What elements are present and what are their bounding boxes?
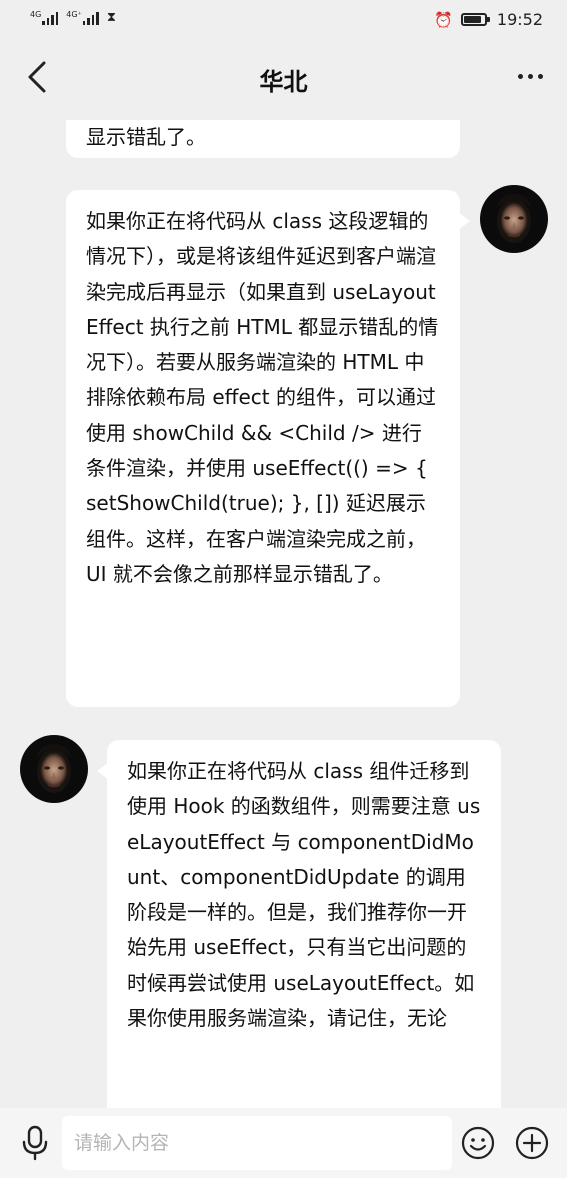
message-bubble-incoming[interactable]: 如果你正在将代码从 class 组件迁移到使用 Hook 的函数组件，则需要注意… [97, 740, 501, 1108]
network-type-label: 4G [30, 10, 42, 19]
battery-level [463, 16, 481, 23]
network-type-label: 4G⁺ [66, 10, 82, 19]
chat-list[interactable]: 显示错乱了。 如果你正在将代码从 class 这段逻辑的情况下），或是将该组件延… [0, 120, 567, 1108]
chat-title: 华北 [259, 68, 308, 96]
avatar-portrait [480, 185, 548, 253]
nav-bar: 华北 [0, 42, 567, 120]
status-right: ⏰ 19:52 [434, 10, 543, 29]
battery-icon [460, 13, 490, 26]
input-bar [0, 1108, 567, 1178]
more-icon[interactable] [518, 74, 543, 79]
emoji-icon[interactable] [461, 1126, 495, 1160]
plus-icon[interactable] [515, 1126, 549, 1160]
message-text: 如果你正在将代码从 class 这段逻辑的情况下），或是将该组件延迟到客户端渲染… [86, 209, 439, 586]
signal-group-2: 4G⁺ [66, 11, 99, 25]
message-bubble-outgoing[interactable]: 显示错乱了。 [66, 120, 460, 158]
avatar-portrait [20, 735, 88, 803]
microphone-icon[interactable] [20, 1125, 50, 1161]
message-bubble-outgoing[interactable]: 如果你正在将代码从 class 这段逻辑的情况下），或是将该组件延迟到客户端渲染… [66, 190, 470, 707]
alarm-icon: ⏰ [434, 10, 453, 29]
status-left: 4G 4G⁺ ⧗ [30, 11, 116, 25]
avatar[interactable] [480, 185, 548, 253]
hourglass-icon: ⧗ [106, 10, 116, 25]
message-text: 如果你正在将代码从 class 组件迁移到使用 Hook 的函数组件，则需要注意… [127, 759, 481, 1031]
status-bar: 4G 4G⁺ ⧗ ⏰ 19:52 [0, 0, 567, 42]
signal-group-1: 4G [30, 10, 59, 25]
signal-icon [82, 11, 99, 25]
signal-icon [42, 11, 59, 25]
message-input[interactable] [62, 1116, 452, 1170]
status-time: 19:52 [496, 10, 543, 29]
avatar[interactable] [20, 735, 88, 803]
message-text: 显示错乱了。 [86, 125, 206, 149]
